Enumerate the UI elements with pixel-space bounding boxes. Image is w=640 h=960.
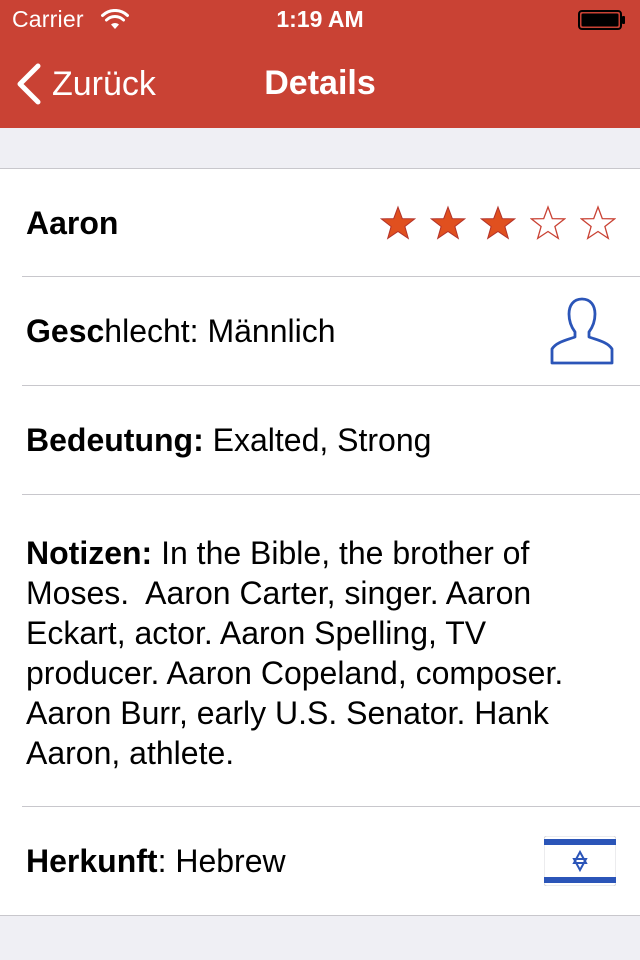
origin-label: Herkunft xyxy=(26,843,158,879)
details-table: Aaron Geschlecht: Männlich Bedeutung: Ex… xyxy=(0,168,640,916)
battery-icon xyxy=(578,10,625,30)
origin-colon: : xyxy=(157,843,176,879)
star-filled-icon[interactable] xyxy=(430,205,466,241)
rating-stars xyxy=(380,204,616,241)
status-time: 1:19 AM xyxy=(276,6,364,32)
nav-bar: Zurück Details xyxy=(0,40,640,128)
gender-value: Männlich xyxy=(207,313,336,349)
star-empty-icon[interactable] xyxy=(580,204,616,241)
page-title: Details xyxy=(264,64,376,102)
israel-flag-icon xyxy=(544,836,616,886)
star-empty-icon[interactable] xyxy=(530,204,566,241)
person-icon xyxy=(550,297,614,365)
notes-row: Notizen: In the Bible, the brother of Mo… xyxy=(22,495,640,807)
star-filled-icon[interactable] xyxy=(480,205,516,241)
meaning-row: Bedeutung: Exalted, Strong xyxy=(22,386,640,495)
gender-colon: : xyxy=(189,313,208,349)
origin-value: Hebrew xyxy=(175,843,286,879)
notes-label: Notizen: xyxy=(26,535,153,571)
meaning-value: Exalted, Strong xyxy=(212,422,432,458)
star-filled-icon[interactable] xyxy=(380,205,416,241)
gender-label-rest: hlecht xyxy=(104,313,190,349)
status-bar: Carrier 1:19 AM xyxy=(0,0,640,40)
origin-row: Herkunft: Hebrew xyxy=(22,807,640,915)
header: Carrier 1:19 AM Zurück Details xyxy=(0,0,640,128)
name-value: Aaron xyxy=(26,204,119,241)
meaning-label: Bedeutung: xyxy=(26,422,204,458)
name-row: Aaron xyxy=(22,169,640,277)
gender-label-bold: Gesc xyxy=(26,313,105,349)
gender-row: Geschlecht: Männlich xyxy=(22,277,640,386)
